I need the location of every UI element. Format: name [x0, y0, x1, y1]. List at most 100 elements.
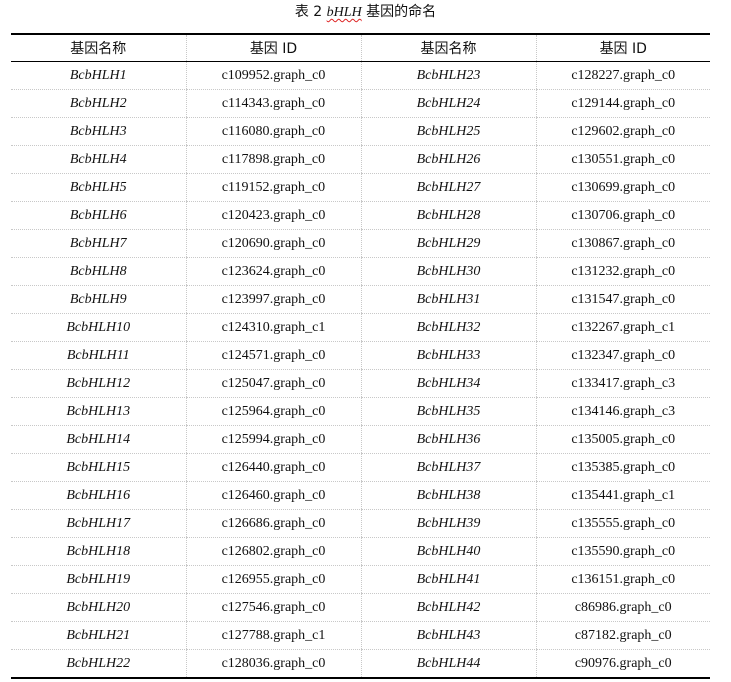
gene-id-cell: c130867.graph_c0 — [535, 229, 710, 258]
gene-name-cell: BcbHLH10 — [11, 313, 186, 342]
gene-id-cell: c127546.graph_c0 — [185, 593, 361, 622]
gene-id-cell: c126440.graph_c0 — [185, 453, 361, 482]
gene-name-cell: BcbHLH6 — [11, 201, 186, 230]
gene-id-cell: c128036.graph_c0 — [185, 649, 361, 678]
gene-id-cell: c120690.graph_c0 — [185, 229, 361, 258]
gene-id-cell: c126460.graph_c0 — [185, 481, 361, 510]
gene-id-cell: c130706.graph_c0 — [535, 201, 710, 230]
gene-id-cell: c129602.graph_c0 — [535, 117, 710, 146]
gene-name-cell: BcbHLH8 — [11, 257, 186, 286]
gene-id-cell: c131232.graph_c0 — [535, 257, 710, 286]
gene-name-cell: BcbHLH17 — [11, 509, 186, 538]
header-gene-name-left: 基因名称 — [11, 34, 186, 62]
gene-name-cell: BcbHLH31 — [360, 285, 536, 314]
gene-name-cell: BcbHLH2 — [11, 89, 186, 118]
gene-name-cell: BcbHLH20 — [11, 593, 186, 622]
gene-id-cell: c116080.graph_c0 — [185, 117, 361, 146]
gene-id-cell: c117898.graph_c0 — [185, 145, 361, 174]
table-row: BcbHLH4 c117898.graph_c0 BcbHLH26 c130551.g… — [11, 145, 710, 174]
table-row: BcbHLH18 c126802.graph_c0 BcbHLH40 c135590.… — [11, 537, 710, 566]
gene-name-cell: BcbHLH16 — [11, 481, 186, 510]
table-row: BcbHLH6 c120423.graph_c0 BcbHLH28 c130706.g… — [11, 201, 710, 230]
gene-id-cell: c114343.graph_c0 — [185, 89, 361, 118]
gene-name-cell: BcbHLH32 — [360, 313, 536, 342]
gene-id-cell: c130699.graph_c0 — [535, 173, 710, 202]
table-row: BcbHLH2 c114343.graph_c0 BcbHLH24 c129144.g… — [11, 89, 710, 118]
header-gene-id-right: 基因 ID — [535, 34, 710, 62]
table-row: BcbHLH20 c127546.graph_c0 BcbHLH42 c86986.g… — [11, 593, 710, 622]
gene-id-cell: c132347.graph_c0 — [535, 341, 710, 370]
table-row: BcbHLH19 c126955.graph_c0 BcbHLH41 c136151.… — [11, 565, 710, 594]
gene-id-cell: c135385.graph_c0 — [535, 453, 710, 482]
gene-name-cell: BcbHLH23 — [360, 61, 536, 90]
table-row: BcbHLH11 c124571.graph_c0 BcbHLH33 c132347.… — [11, 341, 710, 370]
gene-id-cell: c133417.graph_c3 — [535, 369, 710, 398]
table-row: BcbHLH12 c125047.graph_c0 BcbHLH34 c133417.… — [11, 369, 710, 398]
gene-id-cell: c136151.graph_c0 — [535, 565, 710, 594]
gene-name-cell: BcbHLH19 — [11, 565, 186, 594]
table-caption: 表 2 bHLH 基因的命名 — [0, 3, 731, 22]
gene-name-cell: BcbHLH33 — [360, 341, 536, 370]
gene-name-cell: BcbHLH1 — [11, 61, 186, 90]
gene-name-cell: BcbHLH7 — [11, 229, 186, 258]
gene-id-cell: c129144.graph_c0 — [535, 89, 710, 118]
gene-naming-table: 基因名称 基因 ID 基因名称 基因 ID BcbHLH1 c109952.gra… — [11, 33, 710, 679]
gene-id-cell: c124571.graph_c0 — [185, 341, 361, 370]
table-row: BcbHLH1 c109952.graph_c0 BcbHLH23 c128227.g… — [11, 61, 710, 90]
gene-name-cell: BcbHLH9 — [11, 285, 186, 314]
gene-id-cell: c125964.graph_c0 — [185, 397, 361, 426]
header-gene-id-left: 基因 ID — [185, 34, 361, 62]
table-row: BcbHLH16 c126460.graph_c0 BcbHLH38 c135441.… — [11, 481, 710, 510]
table-row: BcbHLH9 c123997.graph_c0 BcbHLH31 c131547.g… — [11, 285, 710, 314]
gene-name-cell: BcbHLH5 — [11, 173, 186, 202]
gene-id-cell: c123624.graph_c0 — [185, 257, 361, 286]
gene-id-cell: c124310.graph_c1 — [185, 313, 361, 342]
gene-name-cell: BcbHLH28 — [360, 201, 536, 230]
gene-name-cell: BcbHLH41 — [360, 565, 536, 594]
gene-name-cell: BcbHLH3 — [11, 117, 186, 146]
gene-id-cell: c86986.graph_c0 — [535, 593, 710, 622]
gene-name-cell: BcbHLH34 — [360, 369, 536, 398]
gene-name-cell: BcbHLH12 — [11, 369, 186, 398]
table-row: BcbHLH21 c127788.graph_c1 BcbHLH43 c87182.g… — [11, 621, 710, 650]
gene-name-cell: BcbHLH18 — [11, 537, 186, 566]
gene-name-cell: BcbHLH15 — [11, 453, 186, 482]
gene-id-cell: c119152.graph_c0 — [185, 173, 361, 202]
caption-gene-family: bHLH — [326, 5, 362, 20]
gene-name-cell: BcbHLH44 — [360, 649, 536, 678]
gene-id-cell: c135005.graph_c0 — [535, 425, 710, 454]
gene-name-cell: BcbHLH39 — [360, 509, 536, 538]
gene-name-cell: BcbHLH36 — [360, 425, 536, 454]
gene-id-cell: c125047.graph_c0 — [185, 369, 361, 398]
gene-name-cell: BcbHLH38 — [360, 481, 536, 510]
gene-id-cell: c126955.graph_c0 — [185, 565, 361, 594]
gene-name-cell: BcbHLH29 — [360, 229, 536, 258]
table-body: BcbHLH1 c109952.graph_c0 BcbHLH23 c128227.g… — [11, 61, 710, 678]
gene-id-cell: c126802.graph_c0 — [185, 537, 361, 566]
table-row: BcbHLH7 c120690.graph_c0 BcbHLH29 c130867.g… — [11, 229, 710, 258]
table-row: BcbHLH3 c116080.graph_c0 BcbHLH25 c129602.g… — [11, 117, 710, 146]
gene-name-cell: BcbHLH43 — [360, 621, 536, 650]
table-header-row: 基因名称 基因 ID 基因名称 基因 ID — [11, 34, 710, 62]
gene-id-cell: c135555.graph_c0 — [535, 509, 710, 538]
gene-name-cell: BcbHLH11 — [11, 341, 186, 370]
table-row: BcbHLH13 c125964.graph_c0 BcbHLH35 c134146.… — [11, 397, 710, 426]
gene-id-cell: c134146.graph_c3 — [535, 397, 710, 426]
table-row: BcbHLH5 c119152.graph_c0 BcbHLH27 c130699.g… — [11, 173, 710, 202]
gene-id-cell: c87182.graph_c0 — [535, 621, 710, 650]
gene-name-cell: BcbHLH26 — [360, 145, 536, 174]
header-gene-name-right: 基因名称 — [360, 34, 536, 62]
gene-id-cell: c125994.graph_c0 — [185, 425, 361, 454]
gene-name-cell: BcbHLH22 — [66, 655, 131, 671]
gene-id-cell: c109952.graph_c0 — [185, 61, 361, 90]
gene-name-cell: BcbHLH40 — [360, 537, 536, 566]
gene-name-cell: BcbHLH21 — [11, 621, 186, 650]
table-row: BcbHLH10 c124310.graph_c1 BcbHLH32 c132267.… — [11, 313, 710, 342]
gene-id-cell: c135441.graph_c1 — [535, 481, 710, 510]
gene-id-cell: c130551.graph_c0 — [535, 145, 710, 174]
gene-id-cell: c90976.graph_c0 — [535, 649, 710, 678]
gene-name-cell: BcbHLH37 — [360, 453, 536, 482]
gene-name-cell: BcbHLH13 — [11, 397, 186, 426]
caption-suffix: 基因的命名 — [361, 4, 437, 20]
gene-name-cell: BcbHLH27 — [360, 173, 536, 202]
